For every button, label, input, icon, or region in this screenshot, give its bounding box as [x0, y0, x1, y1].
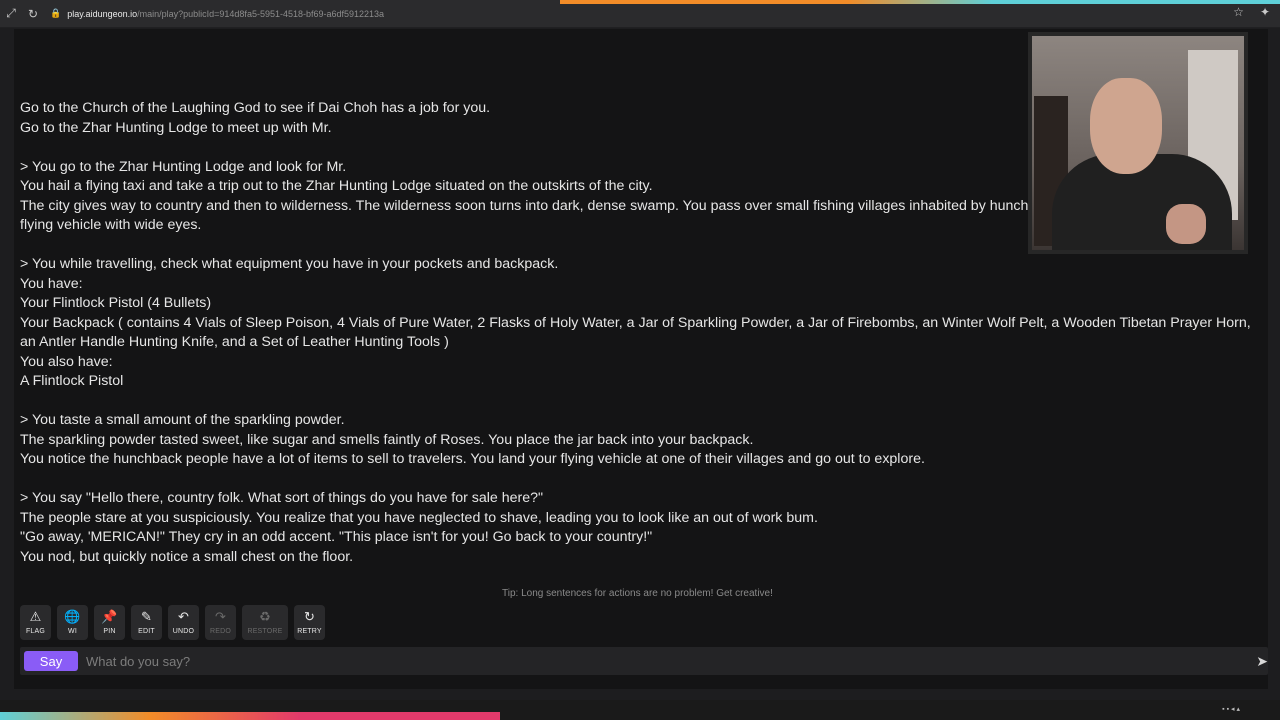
pin-button[interactable]: 📌 PIN [94, 605, 125, 640]
tip-text: Tip: Long sentences for actions are no p… [502, 588, 773, 599]
recycle-icon: ♻ [259, 609, 271, 624]
webcam-person-head [1090, 78, 1162, 174]
action-label: UNDO [172, 628, 195, 635]
taskbar-overlay-strip [0, 712, 500, 720]
story-line: You notice the hunchback people have a l… [20, 451, 925, 467]
action-label: EDIT [138, 628, 155, 635]
say-mode-button[interactable]: Say [24, 651, 78, 671]
reload-icon[interactable]: ↻ [22, 3, 44, 25]
browser-toolbar: ⤢ ↻ 🔒 play.aidungeon.io/main/play?public… [0, 0, 1280, 28]
action-label: FLAG [25, 628, 46, 635]
story-line: You also have: [20, 353, 113, 370]
extension-icon[interactable]: ⤢ [0, 3, 22, 25]
story-line: Your Backpack ( contains 4 Vials of Slee… [20, 314, 1251, 351]
action-input[interactable] [86, 650, 1236, 672]
pencil-icon: ✎ [141, 609, 152, 624]
story-line: The people stare at you suspiciously. Yo… [20, 509, 818, 526]
undo-button[interactable]: ↶ UNDO [168, 605, 199, 640]
wi-button[interactable]: 🌐 WI [57, 605, 88, 640]
redo-button[interactable]: ↷ REDO [205, 605, 236, 640]
story-line: A Flintlock Pistol [20, 373, 124, 389]
action-label: PIN [103, 628, 116, 635]
story-gap [20, 392, 1260, 412]
undo-icon: ↶ [178, 609, 189, 624]
action-label: REDO [209, 628, 232, 635]
redo-icon: ↷ [215, 609, 226, 624]
action-label: WI [68, 628, 77, 635]
url-host: play.aidungeon.io [67, 8, 138, 19]
story-action-line: > You taste a small amount of the sparkl… [20, 412, 345, 428]
lock-icon: 🔒 [50, 8, 62, 18]
story-line: "Go away, 'MERICAN!" They cry in an odd … [20, 529, 653, 545]
story-line: The sparkling powder tasted sweet, like … [20, 431, 754, 448]
flag-button[interactable]: ⚠ FLAG [20, 605, 51, 640]
action-toolbar: ⚠ FLAG 🌐 WI 📌 PIN ✎ EDIT ↶ UNDO ↷ REDO ♻ RESTORE ↻ RETR… [20, 605, 325, 640]
extension-puzzle-icon[interactable]: ✦ [1260, 5, 1270, 19]
retry-icon: ↻ [304, 609, 315, 624]
pin-icon: 📌 [101, 609, 118, 624]
input-bar: Say ➤ [20, 647, 1268, 675]
send-icon[interactable]: ➤ [1256, 653, 1268, 670]
story-action-line: > You say "Hello there, country folk. Wh… [20, 490, 544, 506]
bookmark-star-icon[interactable]: ☆ [1233, 5, 1244, 19]
story-line: You have: [20, 275, 83, 292]
system-tray: ▪ ▪ ◂ ▴ [1222, 706, 1240, 713]
retry-button[interactable]: ↻ RETRY [294, 605, 325, 640]
url-path: /main/play?publicId=914d8fa5-5951-4518-b… [137, 8, 385, 19]
story-line: You nod, but quickly notice a small ches… [20, 548, 354, 565]
stream-overlay-strip [560, 0, 1280, 4]
action-label: RESTORE [247, 628, 283, 635]
story-action-line: > You while travelling, check what equip… [20, 256, 559, 272]
action-label: RETRY [297, 628, 322, 635]
webcam-person-hand [1166, 204, 1206, 244]
restore-button[interactable]: ♻ RESTORE [242, 605, 288, 640]
webcam-overlay [1028, 32, 1248, 254]
globe-icon: 🌐 [64, 609, 81, 624]
warning-icon: ⚠ [29, 609, 42, 624]
story-gap [20, 470, 1260, 490]
address-bar[interactable]: 🔒 play.aidungeon.io/main/play?publicId=9… [50, 8, 384, 19]
story-line: Your Flintlock Pistol (4 Bullets) [20, 295, 212, 311]
edit-button[interactable]: ✎ EDIT [131, 605, 162, 640]
